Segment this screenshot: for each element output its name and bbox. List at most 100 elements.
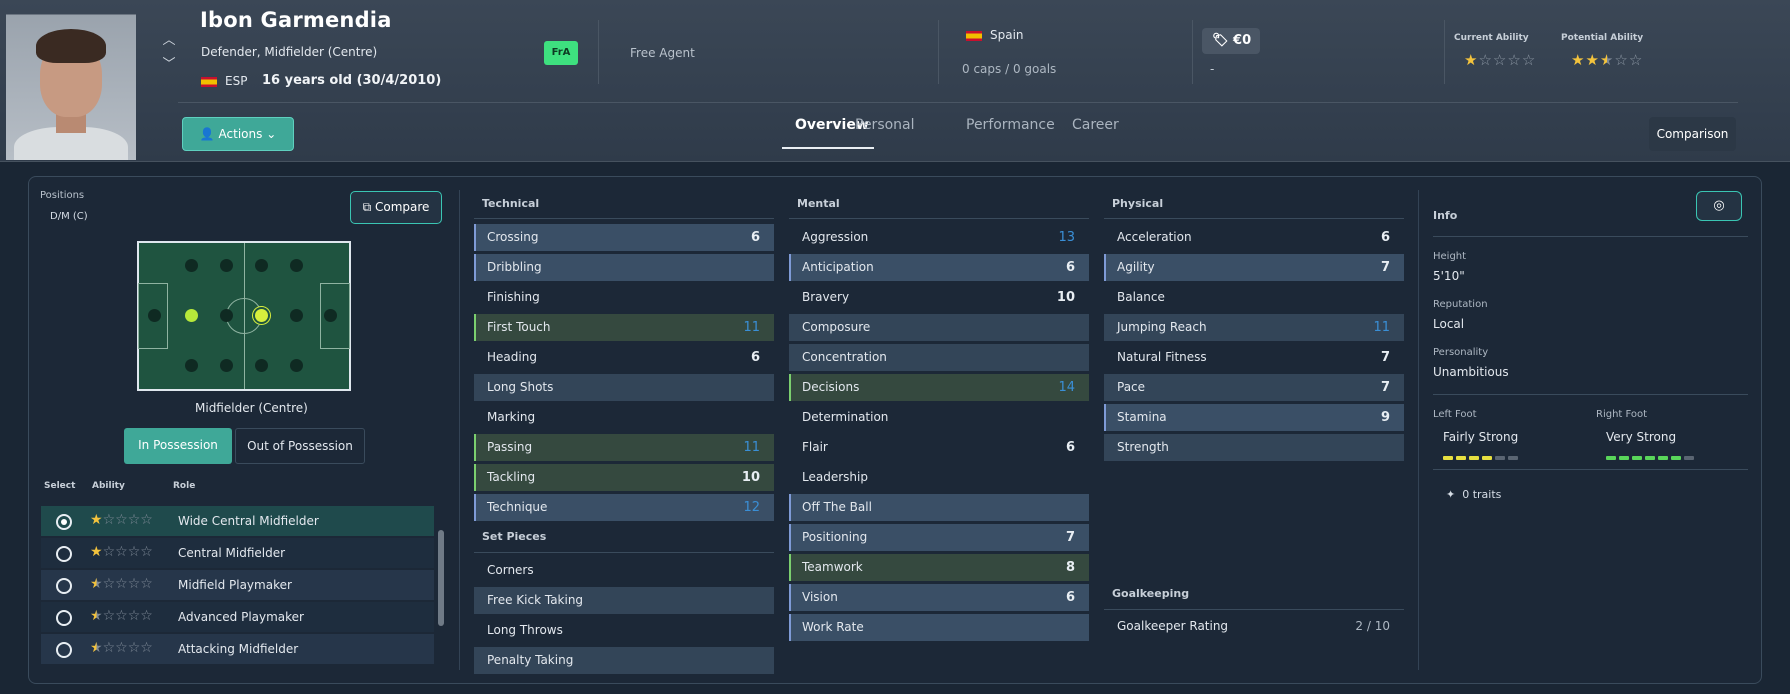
pitch-position-dot[interactable]: [255, 359, 268, 372]
attribute-value: 12: [743, 500, 760, 515]
pitch-position-dot[interactable]: [255, 259, 268, 272]
attribute-value: 11: [743, 320, 760, 335]
out-of-possession-tab[interactable]: Out of Possession: [235, 428, 365, 464]
value-sub: -: [1210, 62, 1215, 76]
attribute-name: Passing: [487, 440, 533, 454]
role-radio[interactable]: [56, 642, 72, 658]
attribute-name: Penalty Taking: [487, 653, 574, 667]
attribute-row: Balance: [1104, 284, 1404, 311]
attribute-row: Vision 6: [789, 584, 1089, 611]
role-radio[interactable]: [56, 578, 72, 594]
attribute-row: Acceleration 6: [1104, 224, 1404, 251]
attribute-name: Determination: [802, 410, 889, 424]
attribute-name: Teamwork: [802, 560, 863, 574]
actions-button[interactable]: 👤 Actions ⌄: [182, 117, 294, 151]
attribute-name: Aggression: [802, 230, 869, 244]
player-photo: [6, 14, 136, 160]
col-select: Select: [44, 481, 76, 491]
tag-icon: 🏷: [1212, 33, 1229, 48]
attribute-name: Acceleration: [1117, 230, 1192, 244]
attribute-value: 11: [1373, 320, 1390, 335]
attribute-name: Concentration: [802, 350, 887, 364]
mental-header: Mental: [797, 197, 840, 210]
player-positions: Defender, Midfielder (Centre): [201, 45, 378, 59]
attribute-value: 7: [1065, 530, 1075, 545]
technical-header: Technical: [482, 197, 540, 210]
attribute-row: Jumping Reach 11: [1104, 314, 1404, 341]
role-name: Central Midfielder: [178, 546, 286, 560]
left-foot-value: Fairly Strong: [1443, 430, 1519, 444]
attribute-value: 14: [1058, 380, 1075, 395]
positions-label: Positions: [40, 190, 85, 201]
role-ability-stars: ★☆☆☆☆: [90, 640, 153, 656]
role-name: Midfield Playmaker: [178, 578, 292, 592]
role-row[interactable]: ★☆☆☆☆ Midfield Playmaker: [41, 570, 434, 600]
pitch-position-dot[interactable]: [185, 359, 198, 372]
attribute-name: Corners: [487, 563, 534, 577]
spain-flag-icon: [201, 76, 217, 87]
attribute-row: Agility 7: [1104, 254, 1404, 281]
attribute-row: Concentration: [789, 344, 1089, 371]
in-possession-tab[interactable]: In Possession: [124, 428, 232, 464]
role-row[interactable]: ★☆☆☆☆ Wide Central Midfielder: [41, 506, 434, 536]
potential-ability-stars: ★★★☆☆: [1571, 51, 1644, 69]
role-radio[interactable]: [56, 546, 72, 562]
attribute-row: Pace 7: [1104, 374, 1404, 401]
pitch-position-dot[interactable]: [185, 259, 198, 272]
pitch-position-dot[interactable]: [220, 359, 233, 372]
reputation-label: Reputation: [1433, 299, 1488, 310]
personality-value: Unambitious: [1433, 365, 1509, 379]
role-radio[interactable]: [56, 514, 72, 530]
chevron-down-icon: ⌄: [266, 127, 277, 141]
comparison-button[interactable]: Comparison: [1649, 117, 1736, 151]
attribute-value: 13: [1058, 230, 1075, 245]
role-row[interactable]: ★☆☆☆☆ Attacking Midfielder: [41, 634, 434, 664]
pitch-position-dot[interactable]: [290, 259, 303, 272]
goalkeeper-rating-row: Goalkeeper Rating 2 / 10: [1104, 613, 1404, 640]
attribute-name: Composure: [802, 320, 871, 334]
attribute-name: Bravery: [802, 290, 850, 304]
pitch-position-dot[interactable]: [220, 309, 233, 322]
compare-button[interactable]: ⧉ Compare: [350, 191, 442, 224]
reputation-value: Local: [1433, 317, 1465, 331]
pitch-position-dot-alternative[interactable]: [255, 309, 268, 322]
attribute-row: Bravery 10: [789, 284, 1089, 311]
role-row[interactable]: ★☆☆☆☆ Advanced Playmaker: [41, 602, 434, 632]
pitch-position-dot[interactable]: [148, 309, 161, 322]
player-age: 16 years old (30/4/2010): [262, 73, 442, 88]
attribute-row: Aggression 13: [789, 224, 1089, 251]
goalkeeper-rating-label: Goalkeeper Rating: [1117, 619, 1229, 633]
pitch-position-dot-selected[interactable]: [185, 309, 198, 322]
tab-personal[interactable]: Personal: [855, 117, 915, 133]
attribute-row: Dribbling: [474, 254, 774, 281]
attribute-value: 6: [1065, 440, 1075, 455]
sparkle-icon: ✦: [1446, 488, 1456, 501]
pitch-position-dot[interactable]: [324, 309, 337, 322]
col-role: Role: [173, 481, 196, 491]
attribute-row: Determination: [789, 404, 1089, 431]
tab-career[interactable]: Career: [1072, 117, 1119, 133]
tab-performance[interactable]: Performance: [966, 117, 1055, 133]
attribute-row: Corners: [474, 557, 774, 584]
nationality-code: ESP: [225, 74, 248, 88]
next-player-chevron-down-icon[interactable]: ﹀: [162, 58, 176, 72]
previous-player-chevron-up-icon[interactable]: ︿: [162, 34, 176, 48]
contract-status: Free Agent: [630, 46, 695, 60]
info-settings-button[interactable]: ◎: [1696, 191, 1742, 221]
role-list-scrollbar[interactable]: [438, 530, 444, 626]
attribute-value: 9: [1380, 410, 1390, 425]
right-foot-label: Right Foot: [1596, 409, 1648, 420]
role-ability-stars: ★☆☆☆☆: [90, 576, 153, 592]
traits-count: 0 traits: [1462, 488, 1502, 501]
attribute-row: Stamina 9: [1104, 404, 1404, 431]
pitch-position-dot[interactable]: [290, 309, 303, 322]
role-row[interactable]: ★☆☆☆☆ Central Midfielder: [41, 538, 434, 568]
pitch-position-dot[interactable]: [220, 259, 233, 272]
attribute-row: Technique 12: [474, 494, 774, 521]
role-radio[interactable]: [56, 610, 72, 626]
attribute-row: Passing 11: [474, 434, 774, 461]
attribute-row: Off The Ball: [789, 494, 1089, 521]
current-ability-label: Current Ability: [1454, 33, 1529, 43]
attribute-name: Long Shots: [487, 380, 554, 394]
pitch-position-dot[interactable]: [290, 359, 303, 372]
